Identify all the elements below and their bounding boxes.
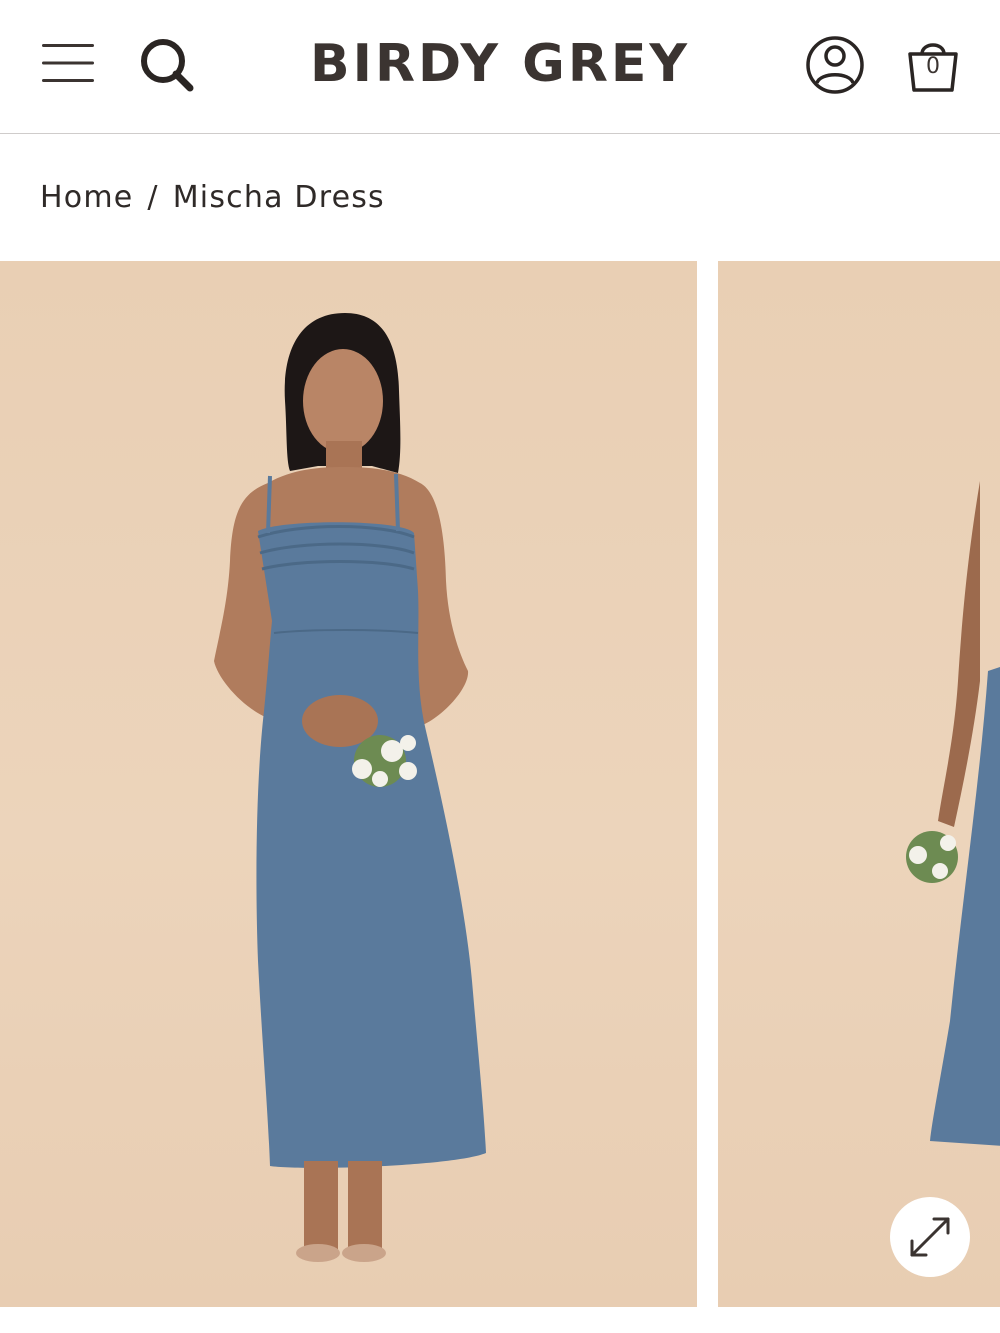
product-image-gallery[interactable]	[0, 261, 1000, 1307]
model-side-illustration	[906, 481, 1000, 1146]
breadcrumb-separator: /	[147, 180, 159, 215]
shopping-bag-button[interactable]: 0	[902, 34, 964, 96]
model-front-illustration	[214, 313, 486, 1262]
breadcrumb-home-link[interactable]: Home	[40, 180, 133, 215]
bag-count-badge: 0	[926, 54, 940, 79]
search-icon	[141, 39, 194, 92]
breadcrumb-current: Mischa Dress	[172, 180, 385, 215]
product-image-front[interactable]	[0, 261, 697, 1307]
breadcrumb: Home / Mischa Dress	[40, 178, 385, 218]
site-header: BIRDY GREY 0	[0, 0, 1000, 134]
expand-image-button[interactable]	[890, 1197, 970, 1277]
page-continuation	[0, 1307, 1000, 1333]
user-account-icon	[806, 36, 864, 94]
hamburger-menu-icon	[42, 44, 94, 82]
menu-button[interactable]	[40, 40, 96, 86]
brand-logo[interactable]: BIRDY GREY	[250, 28, 750, 100]
product-image-side[interactable]	[718, 261, 1000, 1307]
account-button[interactable]	[804, 34, 866, 96]
expand-arrows-icon	[910, 1217, 950, 1257]
search-button[interactable]	[136, 34, 198, 96]
